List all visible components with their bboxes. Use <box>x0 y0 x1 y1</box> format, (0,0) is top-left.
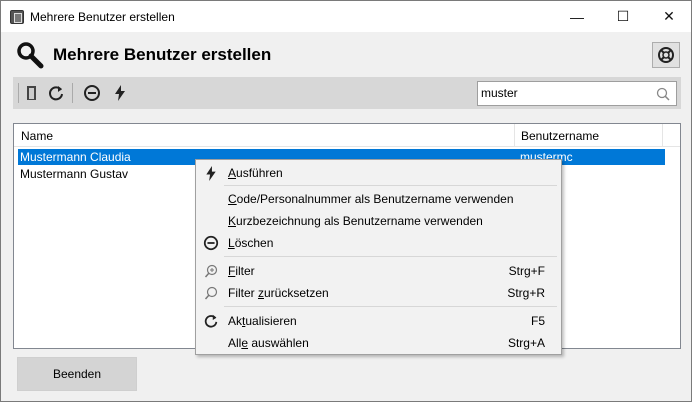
lightning-icon <box>115 85 125 101</box>
window-title: Mehrere Benutzer erstellen <box>30 10 175 24</box>
title-bar[interactable]: Mehrere Benutzer erstellen — ☐ ✕ <box>1 1 691 32</box>
dialog-window: Mehrere Benutzer erstellen — ☐ ✕ Mehrere… <box>0 0 692 402</box>
row-name: Mustermann Claudia <box>20 150 131 164</box>
search-field[interactable] <box>477 81 677 106</box>
menu-separator <box>224 256 557 257</box>
filter-icon <box>203 263 219 279</box>
menu-item-label: Filter <box>228 264 255 278</box>
refresh-icon <box>49 86 63 101</box>
column-separator[interactable] <box>662 124 663 147</box>
menu-separator <box>224 306 557 307</box>
toolbar-separator <box>72 83 73 103</box>
menu-item-select-all[interactable]: Alle auswählen Strg+A <box>198 332 559 354</box>
minimize-button[interactable]: — <box>554 1 600 32</box>
column-header-username[interactable]: Benutzername <box>521 129 599 143</box>
menu-item-label: Filter zurücksetzen <box>228 286 329 300</box>
search-icon[interactable] <box>656 87 670 101</box>
close-window-button[interactable]: ✕ <box>646 1 692 32</box>
minus-circle-icon <box>84 85 100 101</box>
lifebuoy-icon <box>658 47 674 63</box>
toolbar-separator <box>18 83 19 103</box>
menu-item-filter[interactable]: Filter Strg+F <box>198 260 559 282</box>
menu-item-reset-filter[interactable]: Filter zurücksetzen Strg+R <box>198 282 559 304</box>
menu-item-label: Kurzbezeichnung als Benutzername verwend… <box>228 214 483 228</box>
search-icon <box>203 285 219 301</box>
refresh-icon <box>203 313 219 329</box>
menu-item-shortcut: F5 <box>530 314 545 328</box>
menu-item-use-shortname[interactable]: Kurzbezeichnung als Benutzername verwend… <box>198 210 559 232</box>
magnifier-icon <box>17 42 44 69</box>
menu-item-shortcut: Strg+A <box>507 336 545 350</box>
menu-item-shortcut: Strg+F <box>508 264 545 278</box>
exit-door-icon <box>27 86 36 100</box>
menu-item-execute[interactable]: Ausführen <box>198 162 559 184</box>
exit-button[interactable] <box>21 82 43 104</box>
menu-item-label: Aktualisieren <box>228 314 297 328</box>
maximize-button[interactable]: ☐ <box>600 1 646 32</box>
menu-item-use-code[interactable]: Code/Personalnummer als Benutzername ver… <box>198 188 559 210</box>
delete-button[interactable] <box>81 82 103 104</box>
context-menu: Ausführen Code/Personalnummer als Benutz… <box>195 159 562 355</box>
execute-button[interactable] <box>109 82 131 104</box>
search-input[interactable] <box>481 84 651 102</box>
list-header: Name Benutzername <box>14 124 680 147</box>
help-button[interactable] <box>652 42 680 68</box>
menu-item-refresh[interactable]: Aktualisieren F5 <box>198 310 559 332</box>
menu-separator <box>224 185 557 186</box>
menu-item-label: Löschen <box>228 236 274 250</box>
close-button[interactable]: Beenden <box>17 357 137 391</box>
menu-item-shortcut: Strg+R <box>507 286 545 300</box>
refresh-button[interactable] <box>45 82 67 104</box>
menu-item-label: Ausführen <box>228 166 283 180</box>
app-icon <box>10 10 24 24</box>
minus-circle-icon <box>203 235 219 251</box>
lightning-icon <box>203 165 219 181</box>
row-name: Mustermann Gustav <box>20 167 129 181</box>
column-separator[interactable] <box>514 124 515 147</box>
page-title: Mehrere Benutzer erstellen <box>53 45 272 64</box>
column-header-name[interactable]: Name <box>21 129 53 143</box>
menu-item-label: Code/Personalnummer als Benutzername ver… <box>228 192 514 206</box>
menu-item-label: Alle auswählen <box>228 336 309 350</box>
menu-item-delete[interactable]: Löschen <box>198 232 559 254</box>
